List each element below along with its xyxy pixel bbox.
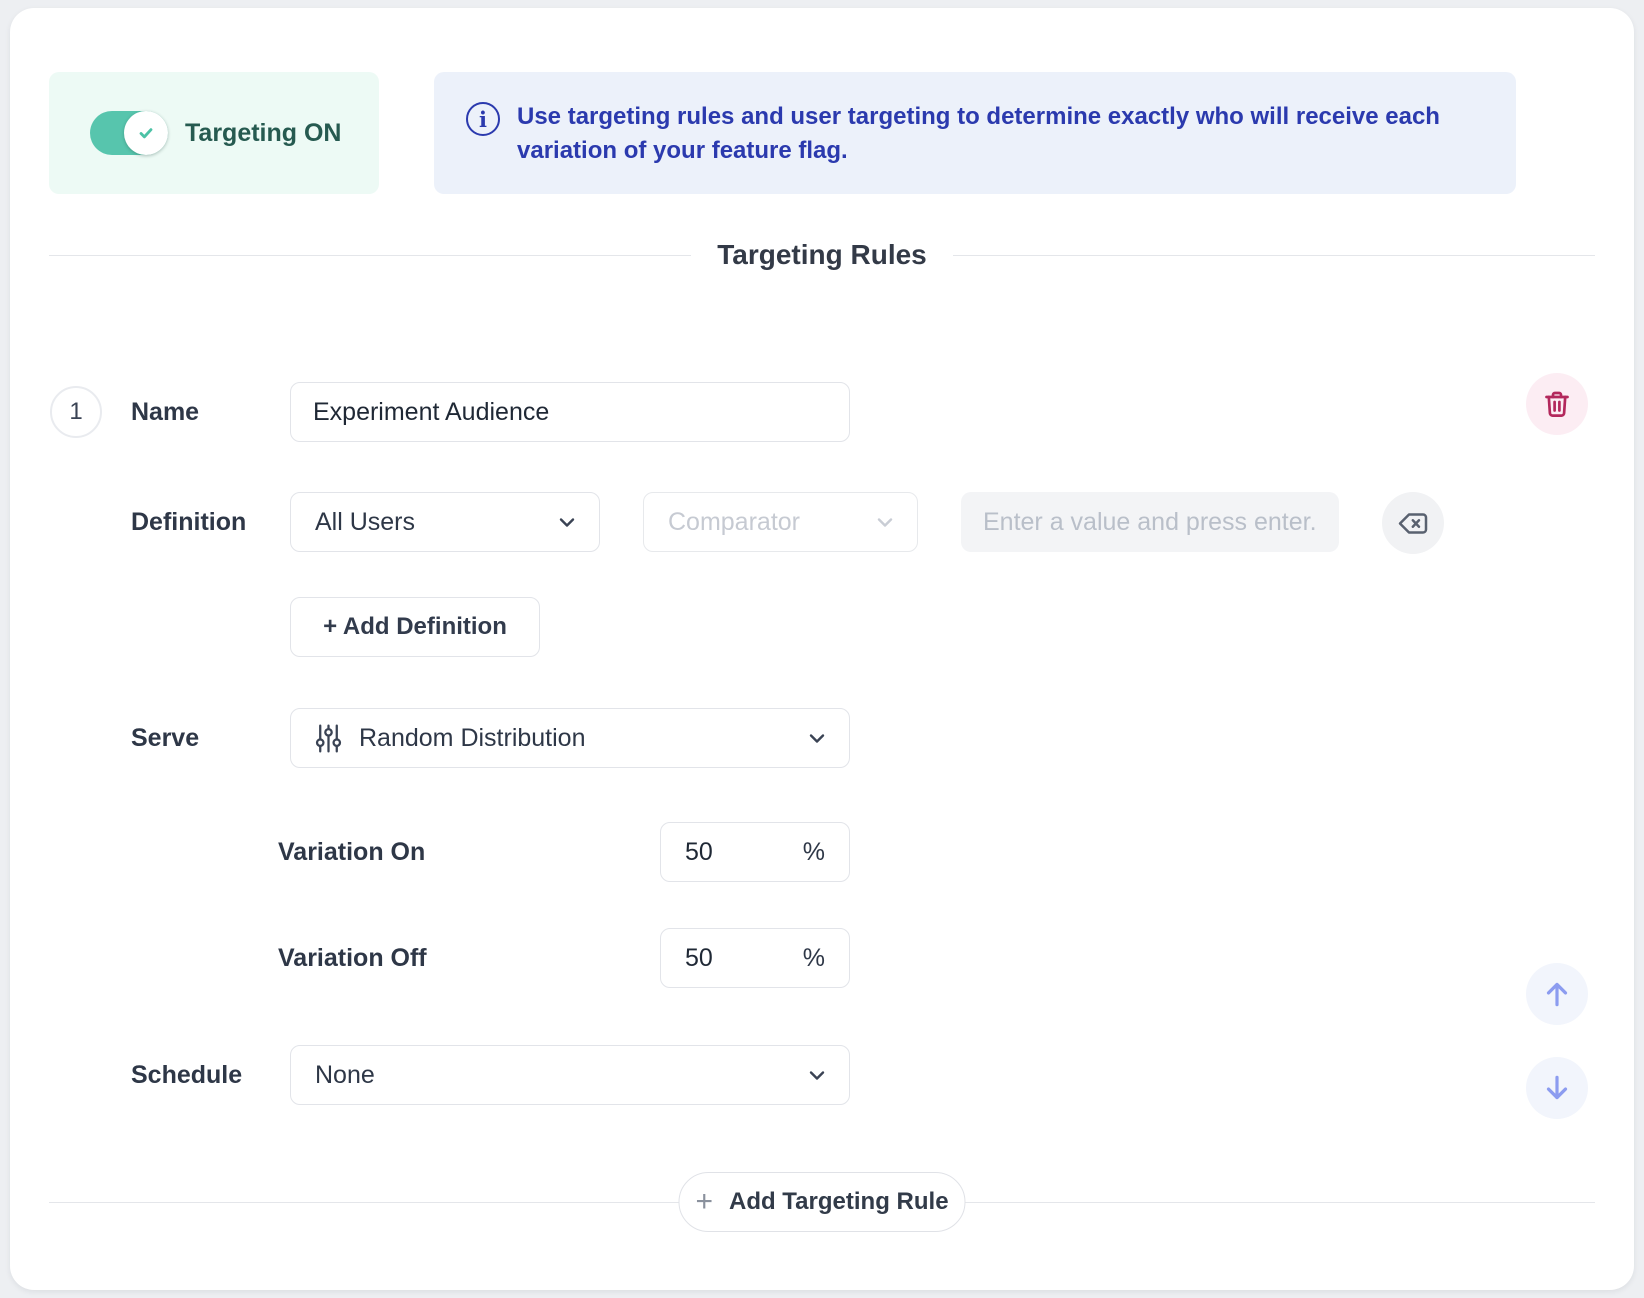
variation-off-input[interactable] [685, 944, 755, 973]
variation-off-unit: % [803, 944, 825, 973]
variation-on-field: % [660, 822, 850, 882]
move-rule-up-button[interactable] [1526, 963, 1588, 1025]
clear-value-button[interactable] [1382, 492, 1444, 554]
toggle-knob [124, 111, 168, 155]
section-title: Targeting Rules [717, 239, 927, 271]
variation-on-label: Variation On [278, 822, 425, 882]
property-select[interactable]: All Users [290, 492, 600, 552]
schedule-select[interactable]: None [290, 1045, 850, 1105]
rule-name-input[interactable] [290, 382, 850, 442]
plus-icon: + [695, 1187, 713, 1217]
comparator-select-placeholder: Comparator [668, 508, 800, 537]
chevron-down-icon [873, 510, 897, 534]
backspace-icon [1397, 511, 1429, 536]
sliders-icon [315, 723, 342, 754]
info-banner: i Use targeting rules and user targeting… [434, 72, 1516, 194]
chevron-down-icon [555, 510, 579, 534]
chevron-down-icon [805, 726, 829, 750]
info-icon: i [466, 102, 500, 136]
variation-on-input[interactable] [685, 838, 755, 867]
serve-select[interactable]: Random Distribution [290, 708, 850, 768]
add-definition-button[interactable]: + Add Definition [290, 597, 540, 657]
property-select-value: All Users [315, 508, 415, 537]
schedule-label: Schedule [131, 1045, 242, 1105]
add-targeting-rule-label: Add Targeting Rule [729, 1188, 949, 1216]
arrow-up-icon [1540, 977, 1574, 1011]
serve-select-value: Random Distribution [359, 724, 586, 753]
rule-number-badge: 1 [50, 386, 102, 438]
comparator-select[interactable]: Comparator [643, 492, 918, 552]
add-targeting-rule-button[interactable]: + Add Targeting Rule [679, 1172, 966, 1232]
name-label: Name [131, 382, 199, 442]
schedule-select-value: None [315, 1061, 375, 1090]
variation-off-field: % [660, 928, 850, 988]
heading-divider-right [953, 255, 1595, 256]
section-heading: Targeting Rules [49, 237, 1595, 273]
targeting-toggle-label: Targeting ON [185, 119, 341, 148]
targeting-card: Targeting ON i Use targeting rules and u… [10, 8, 1634, 1290]
variation-on-unit: % [803, 838, 825, 867]
delete-rule-button[interactable] [1526, 373, 1588, 435]
check-icon [135, 122, 157, 144]
heading-divider-left [49, 255, 691, 256]
targeting-toggle[interactable] [90, 111, 168, 155]
info-banner-text: Use targeting rules and user targeting t… [517, 100, 1507, 168]
arrow-down-icon [1540, 1071, 1574, 1105]
definition-label: Definition [131, 492, 246, 552]
variation-off-label: Variation Off [278, 928, 427, 988]
definition-value-input[interactable] [961, 492, 1339, 552]
trash-icon [1542, 388, 1572, 420]
page-background: Targeting ON i Use targeting rules and u… [0, 0, 1644, 1298]
serve-label: Serve [131, 708, 199, 768]
targeting-toggle-panel: Targeting ON [49, 72, 379, 194]
move-rule-down-button[interactable] [1526, 1057, 1588, 1119]
chevron-down-icon [805, 1063, 829, 1087]
